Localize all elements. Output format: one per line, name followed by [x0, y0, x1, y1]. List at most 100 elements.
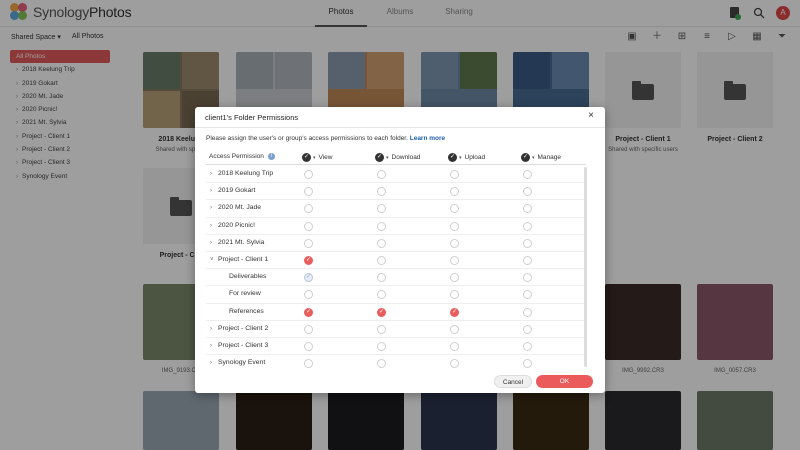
- close-icon[interactable]: ×: [585, 110, 597, 122]
- folder-name[interactable]: › 2018 Keelung Trip: [210, 170, 273, 177]
- dialog-title: client1's Folder Permissions: [205, 113, 299, 122]
- table-scrollbar[interactable]: [584, 167, 587, 367]
- download-permission-toggle[interactable]: [377, 359, 386, 369]
- view-permission-toggle[interactable]: [304, 238, 313, 248]
- folder-name[interactable]: ˅ Project - Client 1: [210, 256, 268, 263]
- dialog-description: Please assign the user's or group's acce…: [206, 135, 446, 142]
- header-manage[interactable]: ✓ ▾ Manage: [521, 153, 561, 162]
- chevron-down-icon[interactable]: ˅: [210, 257, 218, 263]
- caret-down-icon: ▾: [459, 154, 462, 161]
- chevron-right-icon[interactable]: ›: [210, 343, 218, 349]
- view-permission-toggle[interactable]: [304, 359, 313, 369]
- download-permission-toggle[interactable]: [377, 342, 386, 351]
- download-permission-toggle[interactable]: [377, 324, 386, 334]
- table-header: Access Permission i ✓ ▾ View ✓ ▾ Download ✓ ▾ U…: [206, 151, 586, 165]
- table-row: Deliverables ✓: [206, 269, 586, 287]
- folder-name[interactable]: › Synology Event: [210, 359, 265, 366]
- table-row: › 2021 Mt. Sylvia: [206, 235, 586, 252]
- folder-name[interactable]: › 2020 Picnic!: [210, 222, 255, 229]
- upload-permission-toggle[interactable]: [450, 238, 459, 248]
- cancel-button[interactable]: Cancel: [494, 375, 532, 388]
- manage-permission-toggle[interactable]: [523, 307, 532, 317]
- header-view[interactable]: ✓ ▾ View: [302, 153, 333, 162]
- upload-permission-toggle[interactable]: [450, 221, 459, 231]
- chevron-right-icon[interactable]: ›: [210, 188, 218, 194]
- view-permission-toggle[interactable]: [304, 170, 313, 179]
- manage-permission-toggle[interactable]: [523, 221, 532, 231]
- view-permission-toggle[interactable]: [304, 290, 313, 300]
- manage-permission-toggle[interactable]: [523, 359, 532, 369]
- table-row: › Project - Client 2: [206, 321, 586, 338]
- view-permission-toggle[interactable]: [304, 221, 313, 231]
- table-row: › 2020 Mt. Jade: [206, 200, 586, 218]
- download-permission-toggle[interactable]: [377, 204, 386, 214]
- upload-permission-toggle[interactable]: [450, 359, 459, 369]
- manage-permission-toggle[interactable]: [523, 238, 532, 248]
- upload-permission-toggle[interactable]: [450, 324, 459, 334]
- view-permission-toggle[interactable]: ✓: [304, 273, 313, 283]
- caret-down-icon: ▾: [313, 154, 316, 161]
- view-permission-toggle[interactable]: ✓: [304, 256, 313, 265]
- view-permission-toggle[interactable]: ✓: [304, 307, 313, 317]
- view-permission-toggle[interactable]: [304, 324, 313, 334]
- upload-permission-toggle[interactable]: [450, 204, 459, 214]
- download-permission-toggle[interactable]: [377, 273, 386, 283]
- header-download[interactable]: ✓ ▾ Download: [375, 153, 420, 162]
- caret-down-icon: ▾: [386, 154, 389, 161]
- manage-permission-toggle[interactable]: [523, 204, 532, 214]
- download-permission-toggle[interactable]: [377, 256, 386, 265]
- upload-permission-toggle[interactable]: [450, 273, 459, 283]
- upload-permission-toggle[interactable]: [450, 256, 459, 265]
- table-row: References ✓ ✓ ✓: [206, 304, 586, 321]
- chevron-right-icon[interactable]: ›: [210, 205, 218, 211]
- info-icon[interactable]: i: [267, 153, 275, 160]
- chevron-right-icon[interactable]: ›: [210, 326, 218, 332]
- upload-permission-toggle[interactable]: [450, 290, 459, 300]
- ok-button[interactable]: OK: [536, 375, 593, 388]
- table-row: › 2018 Keelung Trip: [206, 166, 586, 184]
- download-permission-toggle[interactable]: [377, 238, 386, 248]
- chevron-right-icon[interactable]: ›: [210, 223, 218, 229]
- download-permission-toggle[interactable]: [377, 170, 386, 179]
- folder-name: Deliverables: [229, 273, 267, 281]
- folder-name[interactable]: › Project - Client 3: [210, 342, 268, 349]
- caret-down-icon: ▾: [532, 154, 535, 161]
- download-permission-toggle[interactable]: [377, 187, 386, 197]
- upload-permission-toggle[interactable]: [450, 187, 459, 197]
- view-permission-toggle[interactable]: [304, 342, 313, 351]
- view-permission-toggle[interactable]: [304, 187, 313, 197]
- folder-name: References: [229, 307, 264, 315]
- upload-permission-toggle[interactable]: [450, 342, 459, 351]
- folder-name[interactable]: › 2020 Mt. Jade: [210, 204, 261, 211]
- check-all-icon[interactable]: ✓: [448, 153, 457, 162]
- learn-more-link[interactable]: Learn more: [410, 135, 445, 142]
- download-permission-toggle[interactable]: ✓: [377, 307, 386, 317]
- table-row: › Project - Client 3: [206, 338, 586, 356]
- check-all-icon[interactable]: ✓: [521, 153, 530, 162]
- folder-name[interactable]: › 2019 Gokart: [210, 187, 255, 194]
- table-row: › 2020 Picnic!: [206, 218, 586, 235]
- chevron-right-icon[interactable]: ›: [210, 171, 218, 177]
- manage-permission-toggle[interactable]: [523, 342, 532, 351]
- header-upload[interactable]: ✓ ▾ Upload: [448, 153, 485, 162]
- chevron-right-icon[interactable]: ›: [210, 360, 218, 366]
- chevron-right-icon[interactable]: ›: [210, 240, 218, 246]
- manage-permission-toggle[interactable]: [523, 170, 532, 179]
- upload-permission-toggle[interactable]: [450, 170, 459, 179]
- check-all-icon[interactable]: ✓: [302, 153, 311, 162]
- manage-permission-toggle[interactable]: [523, 324, 532, 334]
- table-row: ˅ Project - Client 1 ✓: [206, 252, 586, 270]
- manage-permission-toggle[interactable]: [523, 187, 532, 197]
- upload-permission-toggle[interactable]: ✓: [450, 307, 459, 317]
- divider: [195, 127, 605, 128]
- manage-permission-toggle[interactable]: [523, 290, 532, 300]
- folder-name[interactable]: › 2021 Mt. Sylvia: [210, 239, 264, 246]
- check-all-icon[interactable]: ✓: [375, 153, 384, 162]
- download-permission-toggle[interactable]: [377, 221, 386, 231]
- folder-name[interactable]: › Project - Client 2: [210, 325, 268, 332]
- view-permission-toggle[interactable]: [304, 204, 313, 214]
- manage-permission-toggle[interactable]: [523, 273, 532, 283]
- download-permission-toggle[interactable]: [377, 290, 386, 300]
- permissions-table: Access Permission i ✓ ▾ View ✓ ▾ Download ✓ ▾ U…: [206, 151, 594, 369]
- manage-permission-toggle[interactable]: [523, 256, 532, 265]
